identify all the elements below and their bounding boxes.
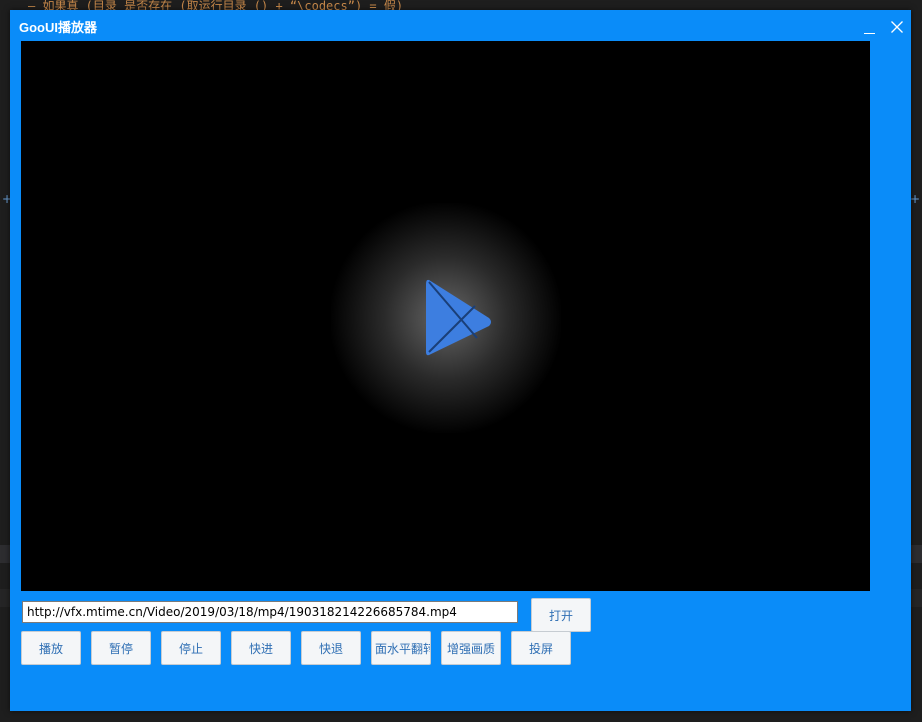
play-button[interactable]: 播放 xyxy=(21,631,81,665)
background-expand-icon-right: + xyxy=(909,192,920,206)
video-display[interactable] xyxy=(21,41,870,591)
close-button[interactable] xyxy=(886,16,908,38)
minimize-button[interactable] xyxy=(858,16,880,38)
close-icon xyxy=(891,21,903,33)
player-window: GooUI播放器 打开 播放 暂停 停止 快进 快退 面水平翻转 增强画质 投屏 xyxy=(10,10,911,711)
stop-button[interactable]: 停止 xyxy=(161,631,221,665)
window-title: GooUI播放器 xyxy=(19,20,97,35)
url-input[interactable] xyxy=(22,601,518,623)
open-button[interactable]: 打开 xyxy=(531,598,591,632)
fast-forward-button[interactable]: 快进 xyxy=(231,631,291,665)
pause-button[interactable]: 暂停 xyxy=(91,631,151,665)
play-logo-icon xyxy=(426,279,491,356)
enhance-quality-button[interactable]: 增强画质 xyxy=(441,631,501,665)
flip-horizontal-button[interactable]: 面水平翻转 xyxy=(371,631,431,665)
rewind-button[interactable]: 快退 xyxy=(301,631,361,665)
minimize-icon xyxy=(863,32,875,34)
cast-screen-button[interactable]: 投屏 xyxy=(511,631,571,665)
